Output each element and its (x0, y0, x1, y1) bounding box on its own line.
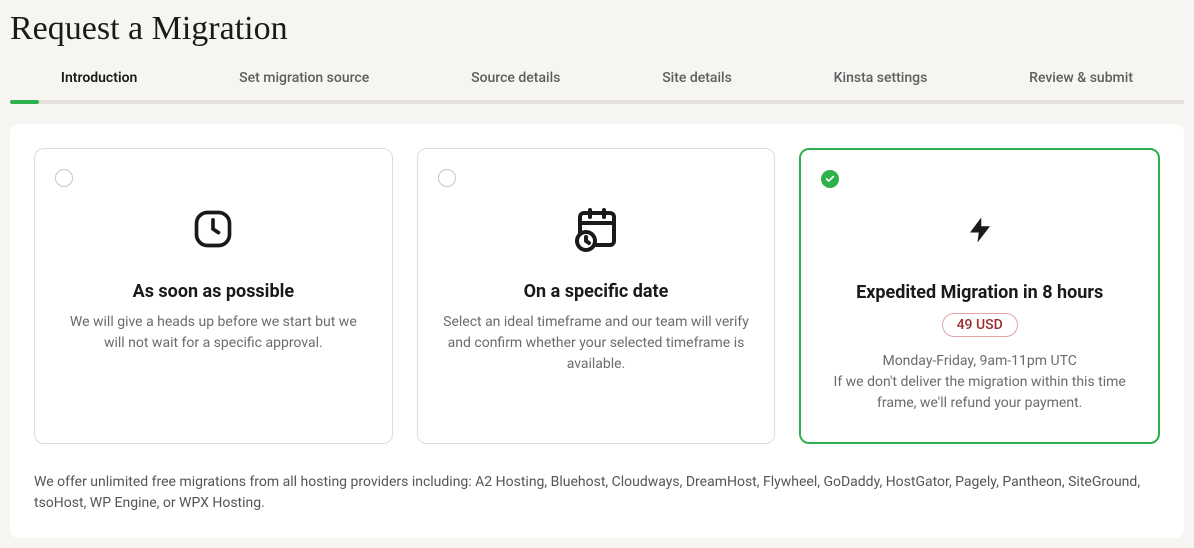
option-expedited-guarantee: If we don't deliver the migration within… (819, 372, 1140, 414)
option-expedited-hours: Monday-Friday, 9am-11pm UTC (880, 351, 1078, 372)
radio-expedited[interactable] (821, 170, 839, 188)
option-expedited-title: Expedited Migration in 8 hours (856, 282, 1103, 303)
option-specific-date-desc: Select an ideal timeframe and our team w… (436, 312, 757, 375)
tab-introduction[interactable]: Introduction (61, 70, 137, 86)
page-title: Request a Migration (10, 10, 1184, 48)
footer-note: We offer unlimited free migrations from … (34, 472, 1160, 514)
price-badge: 49 USD (942, 313, 1018, 337)
option-expedited[interactable]: Expedited Migration in 8 hours 49 USD Mo… (799, 148, 1160, 444)
progress-track (10, 100, 1184, 104)
option-asap-desc: We will give a heads up before we start … (53, 312, 374, 354)
step-tabs: Introduction Set migration source Source… (10, 70, 1184, 100)
option-cards: As soon as possible We will give a heads… (34, 148, 1160, 444)
radio-asap[interactable] (55, 169, 73, 187)
radio-specific-date[interactable] (438, 169, 456, 187)
option-asap[interactable]: As soon as possible We will give a heads… (34, 148, 393, 444)
option-asap-title: As soon as possible (133, 281, 294, 302)
clock-icon (191, 205, 235, 253)
option-specific-date[interactable]: On a specific date Select an ideal timef… (417, 148, 776, 444)
calendar-clock-icon (572, 205, 620, 253)
lightning-icon (965, 206, 995, 254)
option-specific-date-title: On a specific date (524, 281, 669, 302)
tab-set-migration-source[interactable]: Set migration source (239, 70, 369, 86)
tab-source-details[interactable]: Source details (471, 70, 560, 86)
tab-kinsta-settings[interactable]: Kinsta settings (834, 70, 928, 86)
options-panel: As soon as possible We will give a heads… (10, 124, 1184, 538)
progress-fill (10, 100, 39, 104)
tab-site-details[interactable]: Site details (662, 70, 732, 86)
tab-review-submit[interactable]: Review & submit (1029, 70, 1133, 86)
